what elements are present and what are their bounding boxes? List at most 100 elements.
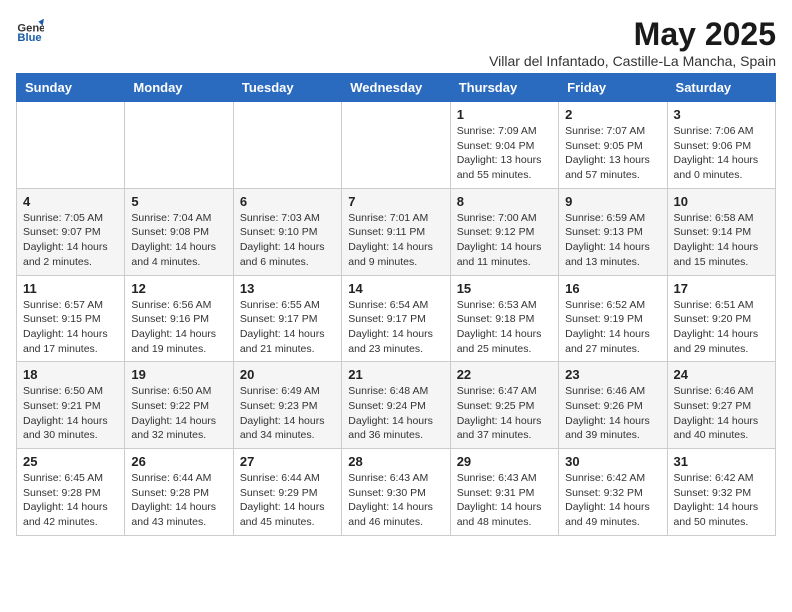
calendar-week-row: 11Sunrise: 6:57 AM Sunset: 9:15 PM Dayli… [17, 275, 776, 362]
day-info: Sunrise: 6:44 AM Sunset: 9:29 PM Dayligh… [240, 471, 335, 530]
day-info: Sunrise: 6:59 AM Sunset: 9:13 PM Dayligh… [565, 211, 660, 270]
day-info: Sunrise: 6:47 AM Sunset: 9:25 PM Dayligh… [457, 384, 552, 443]
day-info: Sunrise: 6:43 AM Sunset: 9:31 PM Dayligh… [457, 471, 552, 530]
logo-icon: General Blue [16, 16, 44, 44]
day-info: Sunrise: 7:06 AM Sunset: 9:06 PM Dayligh… [674, 124, 769, 183]
column-header-monday: Monday [125, 74, 233, 102]
calendar-header-row: SundayMondayTuesdayWednesdayThursdayFrid… [17, 74, 776, 102]
day-number: 10 [674, 194, 769, 209]
calendar-day-17: 17Sunrise: 6:51 AM Sunset: 9:20 PM Dayli… [667, 275, 775, 362]
day-number: 21 [348, 367, 443, 382]
day-info: Sunrise: 6:56 AM Sunset: 9:16 PM Dayligh… [131, 298, 226, 357]
day-number: 2 [565, 107, 660, 122]
day-number: 27 [240, 454, 335, 469]
column-header-tuesday: Tuesday [233, 74, 341, 102]
calendar-table: SundayMondayTuesdayWednesdayThursdayFrid… [16, 73, 776, 536]
day-info: Sunrise: 6:52 AM Sunset: 9:19 PM Dayligh… [565, 298, 660, 357]
day-number: 15 [457, 281, 552, 296]
calendar-day-6: 6 Sunrise: 7:03 AM Sunset: 9:10 PM Daylig… [233, 188, 341, 275]
day-info: Sunrise: 6:50 AM Sunset: 9:22 PM Dayligh… [131, 384, 226, 443]
day-number: 28 [348, 454, 443, 469]
day-info: Sunrise: 6:58 AM Sunset: 9:14 PM Dayligh… [674, 211, 769, 270]
day-number: 9 [565, 194, 660, 209]
day-number: 23 [565, 367, 660, 382]
day-info: Sunrise: 6:50 AM Sunset: 9:21 PM Dayligh… [23, 384, 118, 443]
day-number: 30 [565, 454, 660, 469]
day-number: 16 [565, 281, 660, 296]
calendar-empty-cell [342, 102, 450, 189]
column-header-thursday: Thursday [450, 74, 558, 102]
day-info: Sunrise: 7:04 AM Sunset: 9:08 PM Dayligh… [131, 211, 226, 270]
day-number: 18 [23, 367, 118, 382]
calendar-day-30: 30Sunrise: 6:42 AM Sunset: 9:32 PM Dayli… [559, 449, 667, 536]
calendar-day-16: 16 Sunrise: 6:52 AM Sunset: 9:19 PM Dayli… [559, 275, 667, 362]
day-info: Sunrise: 6:48 AM Sunset: 9:24 PM Dayligh… [348, 384, 443, 443]
column-header-saturday: Saturday [667, 74, 775, 102]
month-title: May 2025 [489, 16, 776, 53]
calendar-day-20: 20 Sunrise: 6:49 AM Sunset: 9:23 PM Dayli… [233, 362, 341, 449]
day-info: Sunrise: 7:00 AM Sunset: 9:12 PM Dayligh… [457, 211, 552, 270]
title-block: May 2025 Villar del Infantado, Castille-… [489, 16, 776, 69]
calendar-day-25: 25 Sunrise: 6:45 AM Sunset: 9:28 PM Dayli… [17, 449, 125, 536]
day-number: 11 [23, 281, 118, 296]
day-number: 14 [348, 281, 443, 296]
day-info: Sunrise: 6:53 AM Sunset: 9:18 PM Dayligh… [457, 298, 552, 357]
calendar-day-27: 27 Sunrise: 6:44 AM Sunset: 9:29 PM Dayli… [233, 449, 341, 536]
day-info: Sunrise: 6:46 AM Sunset: 9:27 PM Dayligh… [674, 384, 769, 443]
day-info: Sunrise: 7:09 AM Sunset: 9:04 PM Dayligh… [457, 124, 552, 183]
day-number: 19 [131, 367, 226, 382]
calendar-day-31: 31 Sunrise: 6:42 AM Sunset: 9:32 PM Dayli… [667, 449, 775, 536]
location-subtitle: Villar del Infantado, Castille-La Mancha… [489, 53, 776, 69]
calendar-week-row: 1 Sunrise: 7:09 AM Sunset: 9:04 PM Daylig… [17, 102, 776, 189]
day-number: 13 [240, 281, 335, 296]
column-header-sunday: Sunday [17, 74, 125, 102]
day-info: Sunrise: 6:45 AM Sunset: 9:28 PM Dayligh… [23, 471, 118, 530]
calendar-day-18: 18 Sunrise: 6:50 AM Sunset: 9:21 PM Dayli… [17, 362, 125, 449]
page-header: General Blue May 2025 Villar del Infanta… [16, 16, 776, 69]
calendar-empty-cell [17, 102, 125, 189]
column-header-wednesday: Wednesday [342, 74, 450, 102]
day-info: Sunrise: 6:43 AM Sunset: 9:30 PM Dayligh… [348, 471, 443, 530]
day-number: 6 [240, 194, 335, 209]
day-info: Sunrise: 6:55 AM Sunset: 9:17 PM Dayligh… [240, 298, 335, 357]
calendar-day-13: 13 Sunrise: 6:55 AM Sunset: 9:17 PM Dayli… [233, 275, 341, 362]
day-info: Sunrise: 7:01 AM Sunset: 9:11 PM Dayligh… [348, 211, 443, 270]
calendar-day-26: 26Sunrise: 6:44 AM Sunset: 9:28 PM Dayli… [125, 449, 233, 536]
calendar-day-2: 2 Sunrise: 7:07 AM Sunset: 9:05 PM Daylig… [559, 102, 667, 189]
calendar-day-23: 23 Sunrise: 6:46 AM Sunset: 9:26 PM Dayli… [559, 362, 667, 449]
logo: General Blue [16, 16, 44, 44]
day-number: 5 [131, 194, 226, 209]
calendar-day-15: 15 Sunrise: 6:53 AM Sunset: 9:18 PM Dayli… [450, 275, 558, 362]
day-number: 25 [23, 454, 118, 469]
calendar-day-3: 3Sunrise: 7:06 AM Sunset: 9:06 PM Daylig… [667, 102, 775, 189]
day-number: 8 [457, 194, 552, 209]
day-info: Sunrise: 7:07 AM Sunset: 9:05 PM Dayligh… [565, 124, 660, 183]
day-info: Sunrise: 7:03 AM Sunset: 9:10 PM Dayligh… [240, 211, 335, 270]
day-info: Sunrise: 6:54 AM Sunset: 9:17 PM Dayligh… [348, 298, 443, 357]
day-number: 7 [348, 194, 443, 209]
calendar-day-14: 14 Sunrise: 6:54 AM Sunset: 9:17 PM Dayli… [342, 275, 450, 362]
day-info: Sunrise: 6:49 AM Sunset: 9:23 PM Dayligh… [240, 384, 335, 443]
calendar-day-29: 29 Sunrise: 6:43 AM Sunset: 9:31 PM Dayli… [450, 449, 558, 536]
calendar-day-11: 11Sunrise: 6:57 AM Sunset: 9:15 PM Dayli… [17, 275, 125, 362]
calendar-day-12: 12Sunrise: 6:56 AM Sunset: 9:16 PM Dayli… [125, 275, 233, 362]
calendar-day-21: 21 Sunrise: 6:48 AM Sunset: 9:24 PM Dayli… [342, 362, 450, 449]
day-number: 24 [674, 367, 769, 382]
calendar-week-row: 25 Sunrise: 6:45 AM Sunset: 9:28 PM Dayli… [17, 449, 776, 536]
day-info: Sunrise: 7:05 AM Sunset: 9:07 PM Dayligh… [23, 211, 118, 270]
day-info: Sunrise: 6:46 AM Sunset: 9:26 PM Dayligh… [565, 384, 660, 443]
day-number: 26 [131, 454, 226, 469]
day-number: 29 [457, 454, 552, 469]
day-number: 20 [240, 367, 335, 382]
day-number: 17 [674, 281, 769, 296]
calendar-day-7: 7 Sunrise: 7:01 AM Sunset: 9:11 PM Daylig… [342, 188, 450, 275]
calendar-day-10: 10 Sunrise: 6:58 AM Sunset: 9:14 PM Dayli… [667, 188, 775, 275]
calendar-day-22: 22Sunrise: 6:47 AM Sunset: 9:25 PM Dayli… [450, 362, 558, 449]
calendar-week-row: 18 Sunrise: 6:50 AM Sunset: 9:21 PM Dayli… [17, 362, 776, 449]
calendar-day-5: 5 Sunrise: 7:04 AM Sunset: 9:08 PM Daylig… [125, 188, 233, 275]
day-number: 31 [674, 454, 769, 469]
day-info: Sunrise: 6:42 AM Sunset: 9:32 PM Dayligh… [674, 471, 769, 530]
calendar-day-1: 1 Sunrise: 7:09 AM Sunset: 9:04 PM Daylig… [450, 102, 558, 189]
day-number: 1 [457, 107, 552, 122]
calendar-day-28: 28 Sunrise: 6:43 AM Sunset: 9:30 PM Dayli… [342, 449, 450, 536]
